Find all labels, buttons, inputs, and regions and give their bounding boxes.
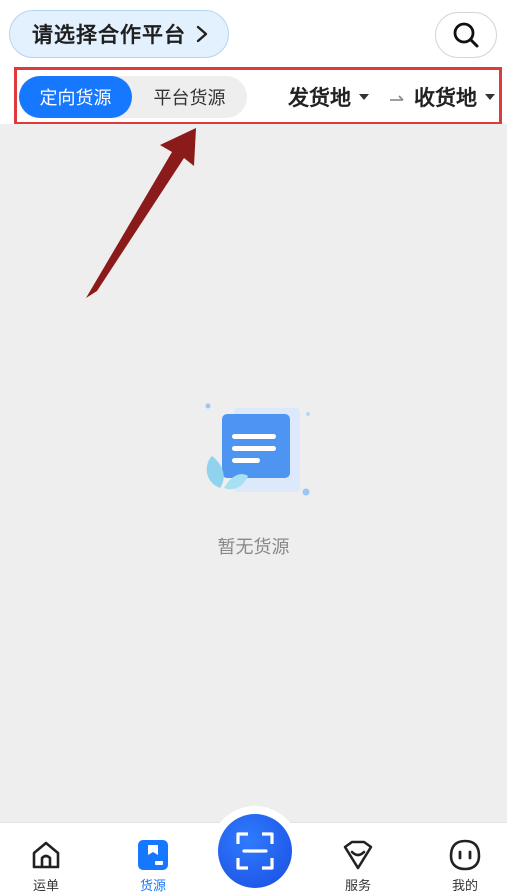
tab-platform-source[interactable]: 平台货源 (132, 76, 247, 118)
select-platform-button[interactable]: 请选择合作平台 (9, 10, 229, 58)
search-button[interactable] (435, 12, 497, 58)
caret-down-icon (485, 94, 495, 100)
face-icon (449, 839, 481, 871)
tab-mine[interactable]: 我的 (425, 823, 505, 896)
chevron-right-icon (196, 25, 208, 43)
empty-document-icon (205, 403, 310, 496)
home-icon (32, 841, 60, 869)
service-bag-icon (343, 840, 373, 870)
destination-dropdown[interactable]: 收货地 (414, 82, 495, 112)
filter-bar: 定向货源 平台货源 发货地 收货地 (14, 67, 502, 125)
source-type-toggle: 定向货源 平台货源 (19, 76, 247, 118)
origin-dropdown[interactable]: 发货地 (288, 82, 369, 112)
arrow-right-icon (390, 95, 404, 101)
tab-cargo[interactable]: 货源 (113, 823, 193, 896)
tab-directed-source[interactable]: 定向货源 (19, 76, 132, 118)
tab-waybill[interactable]: 运单 (6, 823, 86, 896)
origin-label: 发货地 (288, 86, 351, 110)
destination-label: 收货地 (414, 86, 477, 110)
header: 请选择合作平台 定向货源 平台货源 发货地 收货地 (0, 0, 507, 125)
select-platform-label: 请选择合作平台 (32, 23, 186, 47)
tab-label: 运单 (32, 879, 59, 894)
tab-label: 我的 (451, 879, 478, 894)
tab-service[interactable]: 服务 (318, 823, 398, 896)
scan-icon (236, 832, 274, 870)
page: 请选择合作平台 定向货源 平台货源 发货地 收货地 暂无货源 运单 货源 服务 … (0, 0, 507, 896)
cargo-icon (138, 840, 168, 870)
tab-label: 服务 (344, 879, 371, 894)
caret-down-icon (359, 94, 369, 100)
search-icon (453, 22, 479, 48)
empty-state-text: 暂无货源 (217, 537, 290, 558)
scan-button[interactable] (218, 814, 292, 888)
tab-label: 货源 (139, 879, 166, 894)
